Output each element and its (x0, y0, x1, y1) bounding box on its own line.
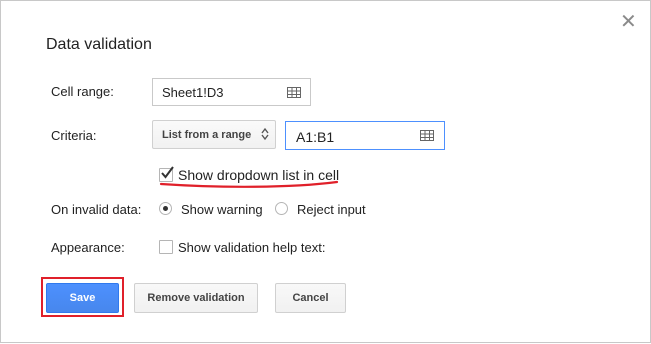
criteria-type-value: List from a range (162, 129, 252, 141)
data-validation-dialog: ✕ Data validation Cell range: Sheet1!D3 … (0, 0, 651, 343)
cancel-button[interactable]: Cancel (275, 283, 346, 313)
show-dropdown-label[interactable]: Show dropdown list in cell (178, 167, 339, 183)
close-icon[interactable]: ✕ (620, 12, 637, 32)
show-help-text-checkbox[interactable] (159, 240, 173, 254)
reject-input-radio[interactable] (275, 202, 288, 215)
remove-validation-button[interactable]: Remove validation (134, 283, 258, 313)
cell-range-value: Sheet1!D3 (162, 85, 224, 100)
select-range-icon[interactable] (287, 87, 301, 98)
show-warning-label[interactable]: Show warning (181, 202, 263, 217)
checkmark-icon (161, 166, 174, 179)
invalid-data-label: On invalid data: (51, 202, 142, 217)
show-dropdown-checkbox[interactable] (159, 166, 174, 182)
criteria-range-input[interactable]: A1:B1 (285, 121, 445, 150)
cell-range-label: Cell range: (51, 84, 114, 99)
cell-range-input[interactable]: Sheet1!D3 (152, 78, 311, 106)
criteria-range-value: A1:B1 (296, 129, 335, 145)
dialog-title: Data validation (46, 36, 152, 53)
reject-input-label[interactable]: Reject input (297, 202, 366, 217)
show-help-text-label[interactable]: Show validation help text: (178, 240, 325, 255)
select-range-icon[interactable] (420, 130, 434, 141)
criteria-type-select[interactable]: List from a range (152, 120, 276, 149)
show-warning-radio[interactable] (159, 202, 172, 215)
select-arrows-icon (261, 127, 269, 141)
save-button[interactable]: Save (46, 283, 119, 313)
appearance-label: Appearance: (51, 240, 125, 255)
criteria-label: Criteria: (51, 128, 97, 143)
